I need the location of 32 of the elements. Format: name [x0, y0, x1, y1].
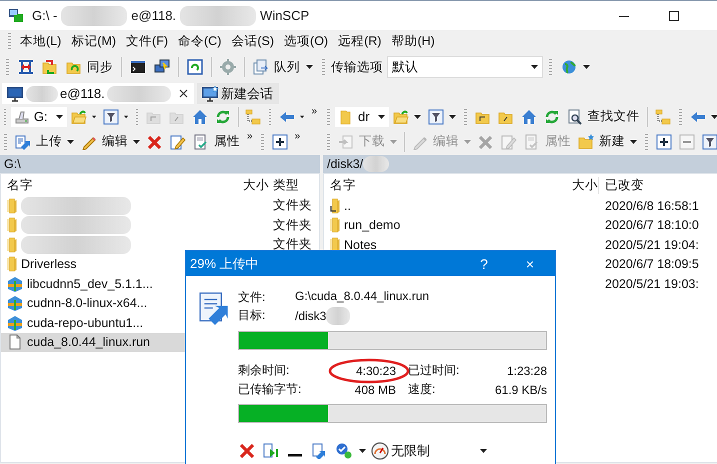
window-title: e@118. [131, 8, 176, 23]
target-label: 目标: [238, 307, 266, 324]
modified-date: 2020/6/8 16:58:1 [605, 198, 699, 213]
file-name: Notes [344, 238, 377, 252]
stat-label: 已传输字节: [238, 381, 302, 398]
modified-date: 2020/5/21 19:03: [605, 276, 699, 291]
transfer-settings-label: 传输选项 [331, 58, 383, 76]
file-type: 文件夹 [273, 237, 312, 252]
file-name: cudnn-8.0-linux-x64... [27, 296, 148, 310]
file-name: cuda_8.0.44_linux.run [27, 335, 150, 350]
target-path: /disk3 [295, 309, 326, 323]
file-type: 文件夹 [273, 218, 312, 232]
stat-value: 61.9 KB/s [494, 382, 547, 396]
file-path: G:\cuda_8.0.44_linux.run [295, 289, 430, 305]
file-name: run_demo [344, 218, 400, 232]
window-title: WinSCP [260, 8, 310, 23]
file-name: cuda-repo-ubuntu1... [27, 316, 144, 330]
window-title: G:\ - [32, 8, 58, 23]
file-name: Driverless [21, 257, 77, 272]
dialog-title: 29% 上传中 [190, 254, 259, 272]
file-type: 文件夹 [273, 198, 312, 212]
stat-label: 剩余时间: [238, 362, 290, 379]
modified-date: 2020/5/21 19:04: [605, 238, 699, 252]
stat-value: 1:23:28 [506, 364, 547, 378]
stat-label: 速度: [407, 381, 436, 398]
file-name: libcudnn5_dev_5.1.1... [27, 276, 153, 291]
file-label: 文件: [238, 289, 266, 306]
stat-value: 408 MB [354, 382, 396, 396]
modified-date: 2020/6/7 18:10:0 [605, 218, 699, 232]
file-name: .. [344, 198, 351, 213]
stat-value: 4:30:23 [356, 364, 396, 378]
stat-label: 已过时间: [407, 362, 460, 379]
